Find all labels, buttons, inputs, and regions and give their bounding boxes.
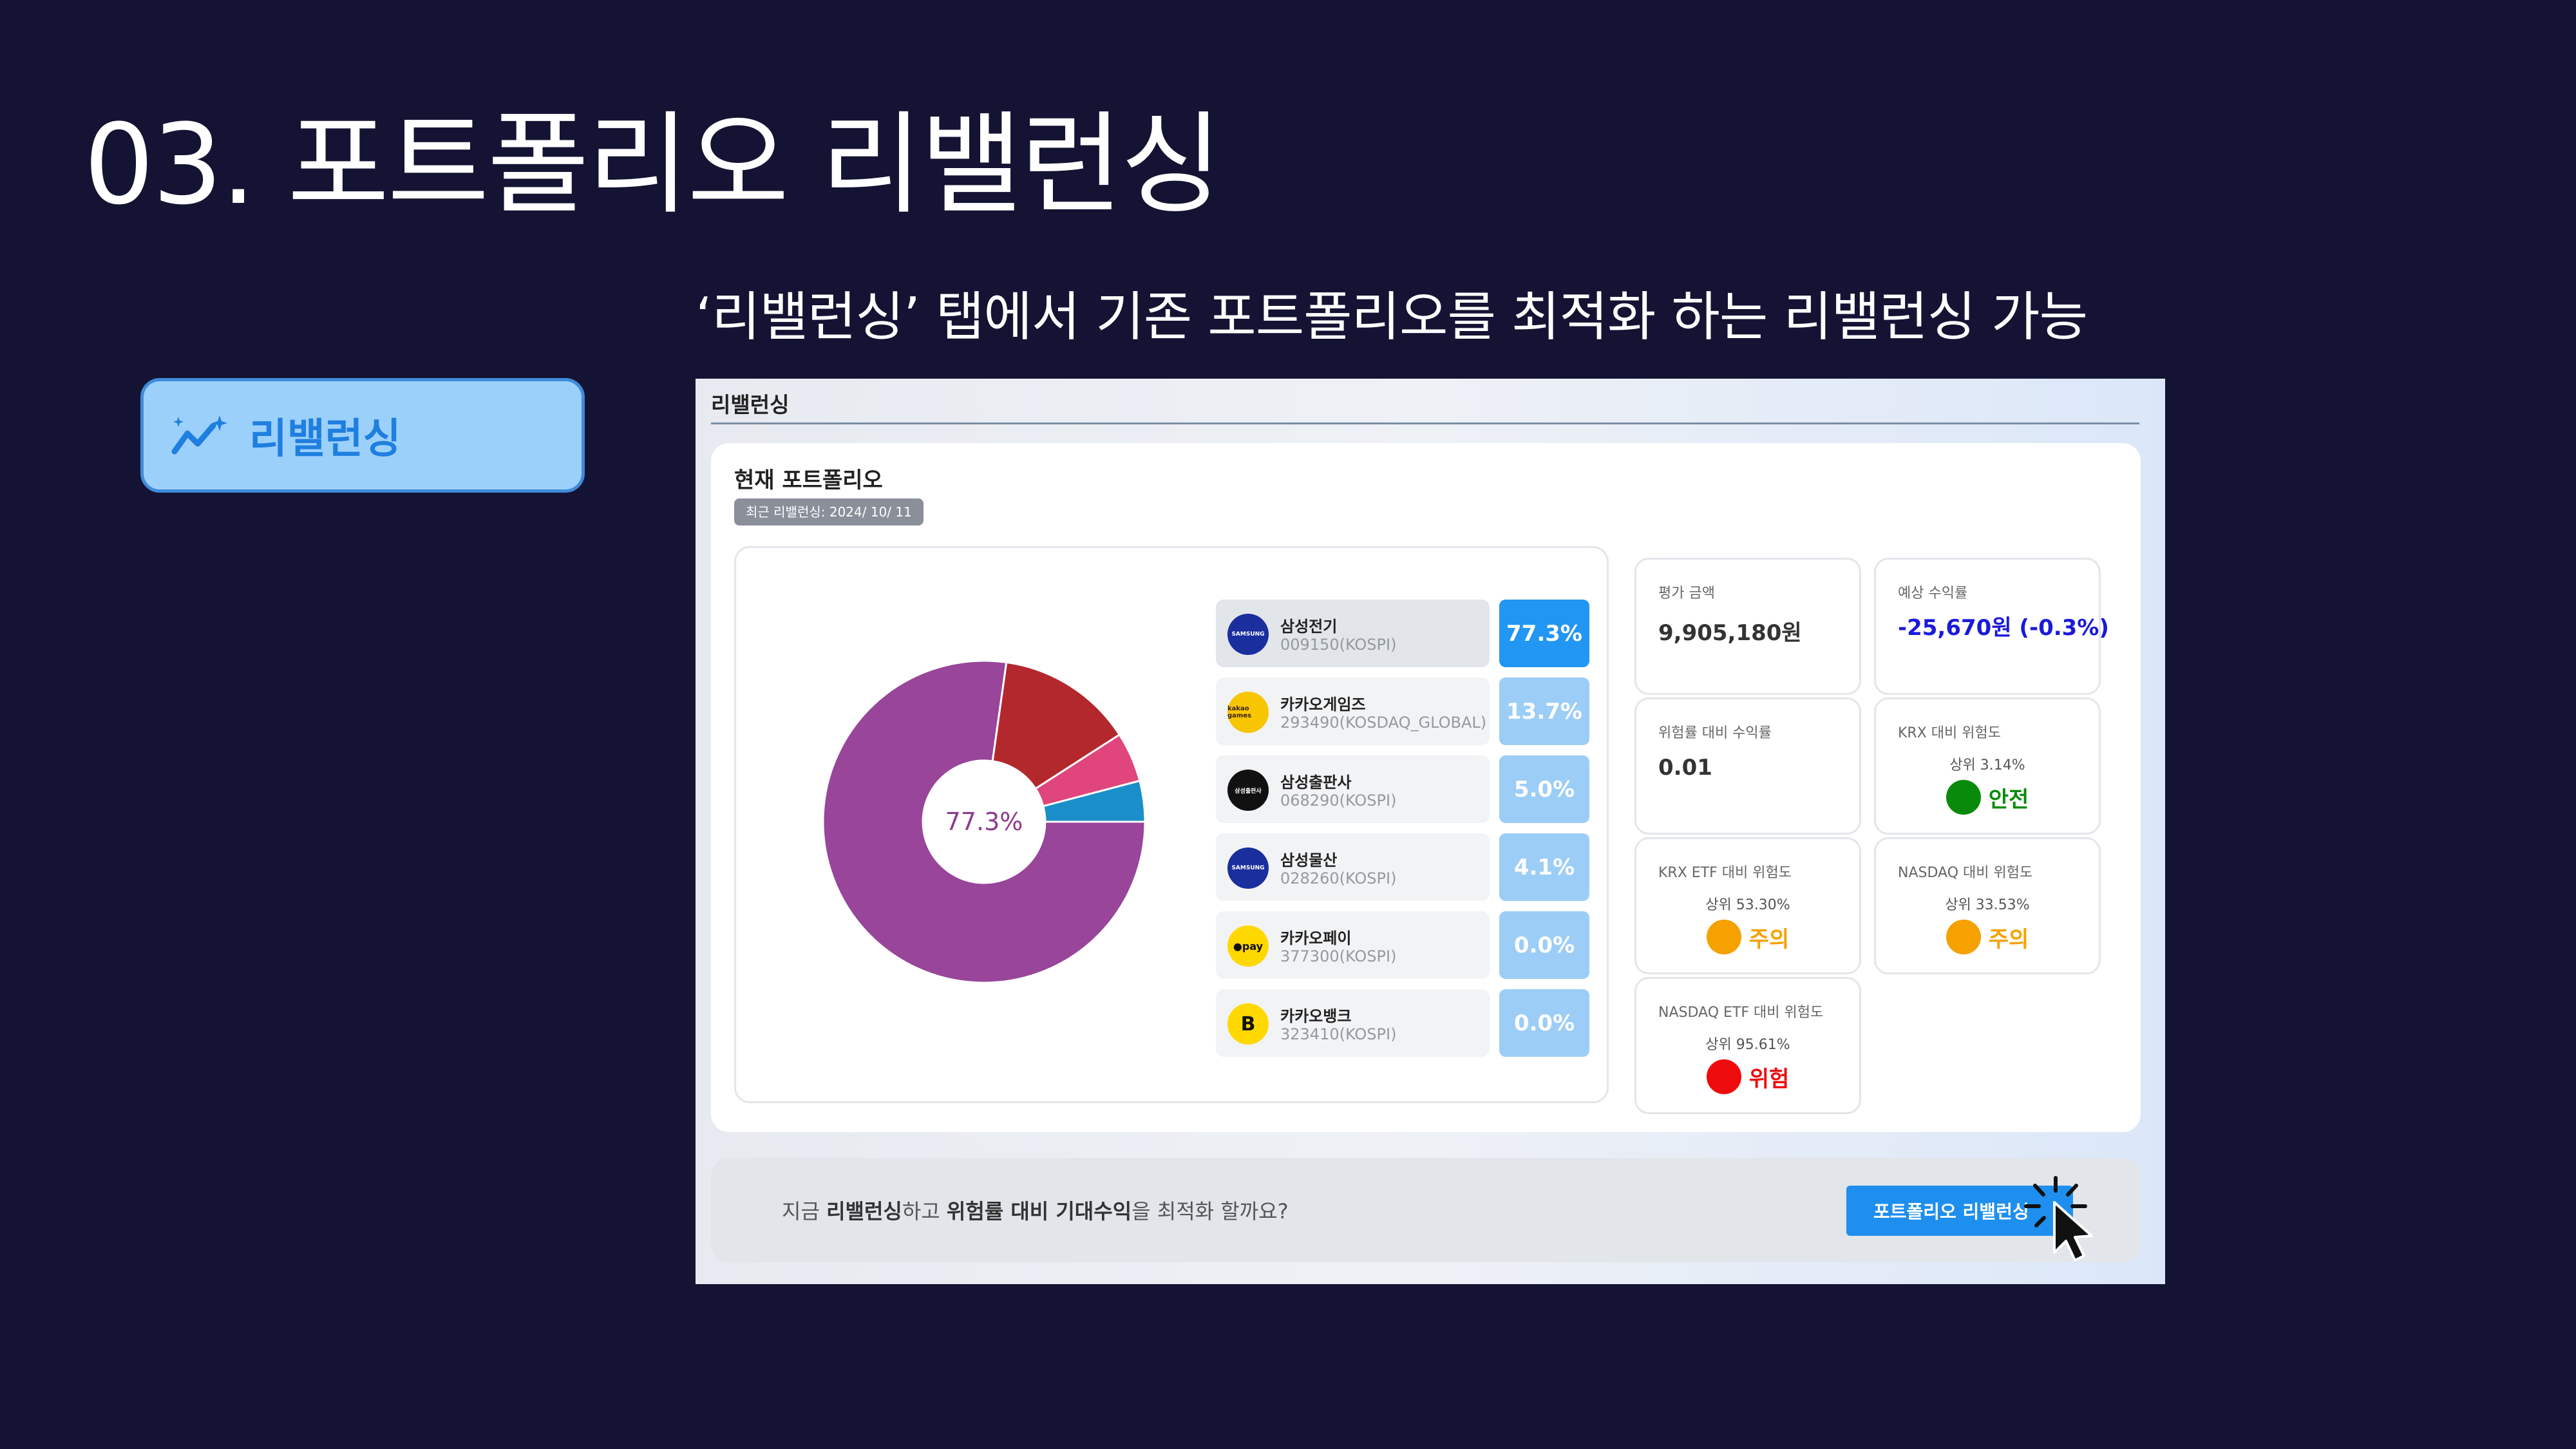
valuation-label: 평가 금액 <box>1658 585 1715 601</box>
holding-row[interactable]: SAMSUNG 삼성물산 028260(KOSPI) 4.1% <box>1216 833 1593 911</box>
current-portfolio-title: 현재 포트폴리오 <box>734 468 883 493</box>
holding-weight-badge[interactable]: 77.3% <box>1499 600 1589 667</box>
status-dot-icon <box>1706 1059 1741 1094</box>
holding-name: 삼성출판사 <box>1280 773 1352 791</box>
risk-status-text: 주의 <box>1748 926 1790 952</box>
risk-status-text: 주의 <box>1988 926 2029 952</box>
company-logo-icon: SAMSUNG <box>1227 614 1269 655</box>
holding-code: 028260(KOSPI) <box>1280 869 1397 887</box>
nasdaq-risk-rank: 상위 33.53% <box>1945 897 2030 913</box>
holding-name: 카카오뱅크 <box>1280 1007 1352 1025</box>
holding-weight-badge[interactable]: 0.0% <box>1499 911 1589 979</box>
holding-row[interactable]: kakao games 카카오게임즈 293490(KOSDAQ_GLOBAL)… <box>1216 677 1593 755</box>
krx-risk-rank: 상위 3.14% <box>1949 757 2025 773</box>
holding-row[interactable]: 삼성출판사 삼성출판사 068290(KOSPI) 5.0% <box>1216 755 1593 833</box>
valuation-card: 평가 금액 9,905,180원 <box>1634 558 1861 695</box>
company-logo-icon: SAMSUNG <box>1227 848 1269 889</box>
rebalancing-panel: 리밸런싱 현재 포트폴리오 최근 리밸런싱: 2024/ 10/ 11 77.3… <box>696 379 2165 1284</box>
prompt-bold-rebalancing: 리밸런싱 <box>826 1199 902 1224</box>
holding-name: 카카오페이 <box>1280 929 1352 947</box>
slide-subtitle: ‘리밸런싱’ 탭에서 기존 포트폴리오를 최적화 하는 리밸런싱 가능 <box>696 287 2088 348</box>
risk-status-text: 안전 <box>1988 786 2029 813</box>
risk-adjusted-return-card: 위험률 대비 수익률 0.01 <box>1634 697 1861 835</box>
risk-adjusted-return-value: 0.01 <box>1658 755 1712 781</box>
rebalance-prompt-bar: 지금 리밸런싱하고 위험률 대비 기대수익을 최적화 할까요? 포트폴리오 리밸… <box>711 1158 2141 1262</box>
risk-adjusted-return-label: 위험률 대비 수익률 <box>1658 725 1772 741</box>
sparkle-trend-icon <box>171 412 230 459</box>
holding-info[interactable]: ●pay 카카오페이 377300(KOSPI) <box>1216 911 1490 979</box>
status-dot-icon <box>1946 780 1981 815</box>
holding-info[interactable]: B 카카오뱅크 323410(KOSPI) <box>1216 989 1490 1057</box>
panel-divider <box>711 422 2139 424</box>
panel-header: 리밸런싱 <box>711 392 790 417</box>
slide-title: 03. 포트폴리오 리밸런싱 <box>84 100 1222 229</box>
krx-etf-risk-card: KRX ETF 대비 위험도 상위 53.30% 주의 <box>1634 837 1861 974</box>
krx-risk-label: KRX 대비 위험도 <box>1898 725 2001 741</box>
prompt-bold-expected-return: 위험률 대비 기대수익 <box>946 1199 1132 1224</box>
holding-name: 삼성물산 <box>1280 851 1338 869</box>
portfolio-composition-box: 77.3% SAMSUNG 삼성전기 009150(KOSPI) 77.3% k… <box>734 546 1609 1103</box>
nasdaq-etf-risk-rank: 상위 95.61% <box>1705 1037 1790 1053</box>
expected-return-card: 예상 수익률 -25,670원 (-0.3%) <box>1874 558 2109 695</box>
krx-etf-risk-status: 주의 <box>1636 920 1859 954</box>
holding-info[interactable]: 삼성출판사 삼성출판사 068290(KOSPI) <box>1216 755 1490 823</box>
holding-code: 009150(KOSPI) <box>1280 636 1397 654</box>
holding-code: 323410(KOSPI) <box>1280 1025 1397 1043</box>
holding-weight-badge[interactable]: 13.7% <box>1499 677 1589 745</box>
last-rebalance-badge: 최근 리밸런싱: 2024/ 10/ 11 <box>734 498 923 526</box>
holding-row[interactable]: B 카카오뱅크 323410(KOSPI) 0.0% <box>1216 989 1593 1067</box>
nasdaq-risk-label: NASDAQ 대비 위험도 <box>1898 865 2033 881</box>
holdings-list: SAMSUNG 삼성전기 009150(KOSPI) 77.3% kakao g… <box>1216 600 1593 1099</box>
portfolio-donut-chart: 77.3% <box>820 658 1148 986</box>
valuation-value: 9,905,180원 <box>1658 620 1802 646</box>
holding-code: 377300(KOSPI) <box>1280 947 1397 965</box>
risk-status-text: 위험 <box>1748 1066 1790 1092</box>
nasdaq-etf-risk-card: NASDAQ ETF 대비 위험도 상위 95.61% 위험 <box>1634 977 1861 1114</box>
nasdaq-risk-card: NASDAQ 대비 위험도 상위 33.53% 주의 <box>1874 837 2101 974</box>
company-logo-icon: kakao games <box>1227 692 1269 733</box>
holding-info[interactable]: SAMSUNG 삼성물산 028260(KOSPI) <box>1216 833 1490 901</box>
holding-row[interactable]: SAMSUNG 삼성전기 009150(KOSPI) 77.3% <box>1216 600 1593 677</box>
nasdaq-etf-risk-status: 위험 <box>1636 1059 1859 1094</box>
expected-return-value: -25,670원 (-0.3%) <box>1898 615 2109 641</box>
rebalance-prompt-text: 지금 리밸런싱하고 위험률 대비 기대수익을 최적화 할까요? <box>782 1195 1289 1225</box>
company-logo-icon: ●pay <box>1227 925 1269 967</box>
status-dot-icon <box>1946 920 1981 954</box>
holding-code: 068290(KOSPI) <box>1280 791 1397 810</box>
holding-name: 카카오게임즈 <box>1280 696 1366 714</box>
status-dot-icon <box>1706 920 1741 954</box>
holding-code: 293490(KOSDAQ_GLOBAL) <box>1280 714 1487 732</box>
prompt-mid: 하고 <box>902 1199 947 1224</box>
krx-etf-risk-label: KRX ETF 대비 위험도 <box>1658 865 1792 881</box>
rebalancing-tab[interactable]: 리밸런싱 <box>140 378 585 493</box>
krx-etf-risk-rank: 상위 53.30% <box>1705 897 1790 913</box>
holding-info[interactable]: kakao games 카카오게임즈 293490(KOSDAQ_GLOBAL) <box>1216 677 1490 745</box>
krx-risk-card: KRX 대비 위험도 상위 3.14% 안전 <box>1874 697 2101 835</box>
holding-name: 삼성전기 <box>1280 618 1338 636</box>
holding-row[interactable]: ●pay 카카오페이 377300(KOSPI) 0.0% <box>1216 911 1593 989</box>
expected-return-label: 예상 수익률 <box>1898 585 1968 601</box>
prompt-prefix: 지금 <box>782 1199 827 1224</box>
current-portfolio-card: 현재 포트폴리오 최근 리밸런싱: 2024/ 10/ 11 77.3% SAM… <box>711 443 2141 1132</box>
holding-weight-badge[interactable]: 5.0% <box>1499 755 1589 823</box>
prompt-suffix: 을 최적화 할까요? <box>1132 1199 1289 1224</box>
krx-risk-status: 안전 <box>1876 780 2099 815</box>
nasdaq-etf-risk-label: NASDAQ ETF 대비 위험도 <box>1658 1005 1824 1021</box>
holding-info[interactable]: SAMSUNG 삼성전기 009150(KOSPI) <box>1216 600 1490 667</box>
company-logo-icon: B <box>1227 1003 1269 1045</box>
rebalancing-tab-label: 리밸런싱 <box>249 415 401 463</box>
holding-weight-badge[interactable]: 4.1% <box>1499 833 1589 901</box>
nasdaq-risk-status: 주의 <box>1876 920 2099 954</box>
company-logo-icon: 삼성출판사 <box>1227 770 1269 811</box>
holding-weight-badge[interactable]: 0.0% <box>1499 989 1589 1057</box>
mouse-pointer-icon <box>2024 1176 2093 1262</box>
